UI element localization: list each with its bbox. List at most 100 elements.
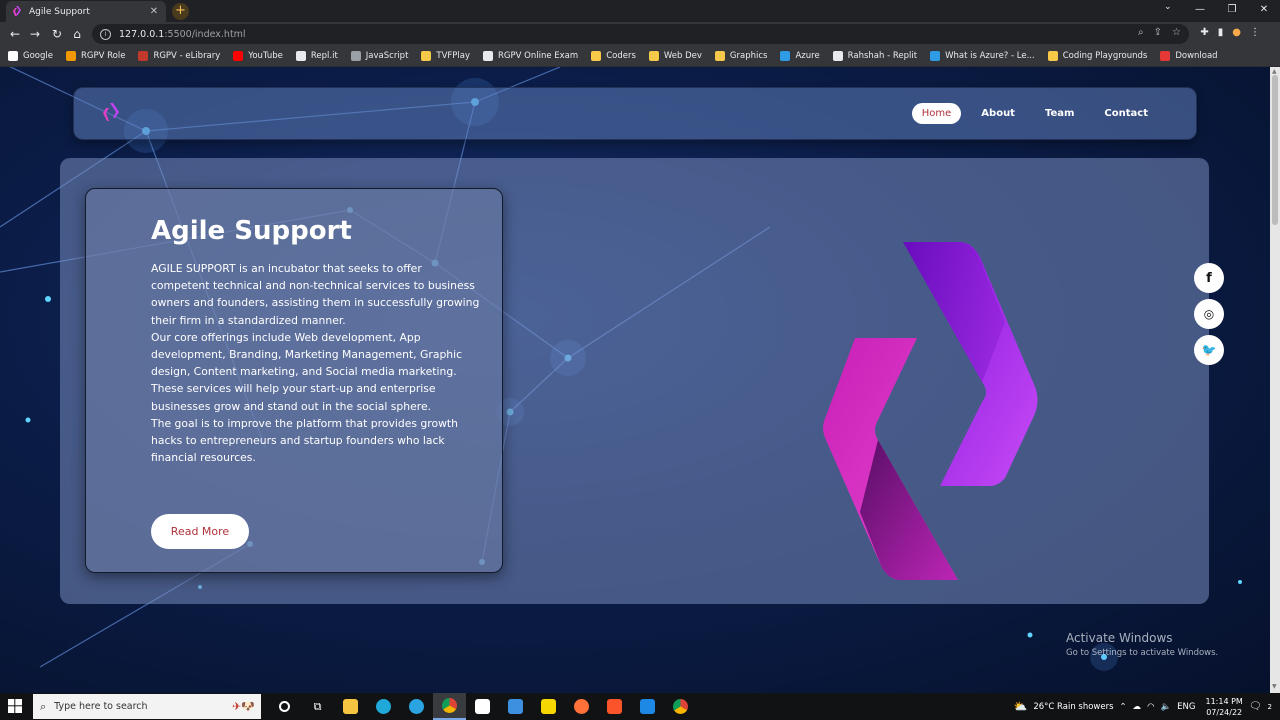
notifications-icon[interactable]: 🗨	[1249, 701, 1262, 712]
bookmark-item[interactable]: RGPV Role	[65, 51, 126, 61]
bookmark-item[interactable]: JavaScript	[350, 51, 409, 61]
bookmark-item[interactable]: Azure	[780, 51, 820, 61]
back-arrow-icon[interactable]: ←	[6, 25, 24, 43]
telegram-icon[interactable]	[400, 693, 433, 720]
scroll-thumb[interactable]	[1272, 75, 1278, 225]
bookmark-label: JavaScript	[365, 51, 409, 61]
instagram-button[interactable]: ◎	[1194, 299, 1224, 329]
menu-kebab-icon[interactable]: ⋮	[1250, 27, 1260, 38]
bookmark-label: Web Dev	[663, 51, 702, 61]
hero-paragraph: The goal is to improve the platform that…	[151, 416, 458, 465]
bookmark-item[interactable]: Coding Playgrounds	[1047, 51, 1147, 61]
brave-icon[interactable]	[598, 693, 631, 720]
activate-windows-watermark: Activate Windows Go to Settings to activ…	[1066, 631, 1218, 658]
new-tab-button[interactable]: +	[172, 3, 189, 20]
nav-link-home[interactable]: Home	[911, 103, 962, 124]
mail-icon[interactable]	[499, 693, 532, 720]
bookmark-star-icon[interactable]: ☆	[1172, 27, 1181, 38]
read-more-button[interactable]: Read More	[151, 514, 249, 549]
extensions-puzzle-icon[interactable]: ✚	[1200, 27, 1208, 38]
nav-link-about[interactable]: About	[971, 103, 1025, 124]
windows-taskbar: ⌕ Type here to search ✈🐶 ⧉ ⛅ 26°C Rain s…	[0, 693, 1280, 720]
forward-arrow-icon[interactable]: →	[26, 25, 44, 43]
profile-avatar-icon[interactable]: ●	[1232, 27, 1241, 38]
vscode-icon[interactable]	[631, 693, 664, 720]
bookmark-item[interactable]: What is Azure? - Le...	[930, 51, 1035, 61]
site-logo-icon[interactable]	[100, 101, 122, 123]
taskbar-clock[interactable]: 11:14 PM 07/24/22	[1206, 696, 1243, 718]
bookmark-favicon-icon	[1160, 51, 1171, 61]
wifi-icon[interactable]: ◠	[1147, 702, 1154, 712]
scroll-up-icon[interactable]: ▲	[1272, 68, 1277, 75]
window-close-icon[interactable]: ✕	[1248, 0, 1280, 22]
address-bar[interactable]: i 127.0.0.1 :5500/index.html ⌕ ⇪ ☆	[92, 24, 1189, 44]
chrome-profile-icon[interactable]	[664, 693, 697, 720]
browser-toolbar: ← → ↻ ⌂ i 127.0.0.1 :5500/index.html ⌕ ⇪…	[0, 22, 1280, 46]
sticky-notes-icon[interactable]	[532, 693, 565, 720]
bookmark-item[interactable]: Google	[8, 51, 53, 61]
browser-tab[interactable]: Agile Support ✕	[6, 1, 166, 22]
scroll-down-icon[interactable]: ▼	[1272, 683, 1277, 690]
bookmark-favicon-icon	[780, 51, 791, 61]
bookmark-item[interactable]: YouTube	[233, 51, 283, 61]
tab-close-icon[interactable]: ✕	[148, 6, 160, 17]
windows-start-icon[interactable]	[8, 699, 22, 713]
onedrive-icon[interactable]: ☁	[1133, 702, 1142, 712]
bookmark-item[interactable]: Rahshah - Replit	[832, 51, 917, 61]
bookmark-item[interactable]: Repl.it	[295, 51, 338, 61]
weather-icon[interactable]: ⛅	[1014, 700, 1028, 713]
file-explorer-icon[interactable]	[334, 693, 367, 720]
bookmarks-bar: Google RGPV Role RGPV - eLibrary YouTube Rep…	[0, 46, 1280, 67]
language-indicator[interactable]: ENG	[1177, 702, 1195, 712]
hero-card: Agile Support AGILE SUPPORT is an incuba…	[85, 188, 503, 573]
microsoft-store-icon[interactable]	[466, 693, 499, 720]
minimize-icon[interactable]: —	[1184, 0, 1216, 22]
bookmark-item[interactable]: Graphics	[714, 51, 767, 61]
volume-icon[interactable]: 🔈	[1161, 702, 1172, 712]
bookmark-favicon-icon	[930, 51, 941, 61]
task-view-icon[interactable]: ⧉	[301, 693, 334, 720]
bookmark-favicon-icon	[1047, 51, 1058, 61]
chrome-icon[interactable]	[433, 693, 466, 720]
bookmark-label: RGPV Online Exam	[498, 51, 579, 61]
page-scrollbar[interactable]: ▲ ▼	[1270, 67, 1280, 693]
search-highlight-icon: ✈🐶	[232, 700, 255, 713]
site-info-icon[interactable]: i	[100, 28, 111, 40]
nav-link-contact[interactable]: Contact	[1094, 103, 1158, 124]
nav-link-team[interactable]: Team	[1035, 103, 1084, 124]
reload-icon[interactable]: ↻	[48, 25, 66, 43]
facebook-button[interactable]: f	[1194, 263, 1224, 293]
restore-icon[interactable]: ❐	[1216, 0, 1248, 22]
home-icon[interactable]: ⌂	[68, 25, 86, 43]
cortana-icon[interactable]	[268, 693, 301, 720]
bookmark-item[interactable]: Download	[1160, 51, 1218, 61]
search-icon: ⌕	[40, 699, 47, 713]
instagram-icon: ◎	[1203, 307, 1215, 321]
firefox-icon[interactable]	[565, 693, 598, 720]
weather-text[interactable]: 26°C Rain showers	[1033, 702, 1113, 712]
taskbar-search-box[interactable]: ⌕ Type here to search ✈🐶	[33, 694, 261, 719]
bookmark-item[interactable]: Web Dev	[648, 51, 702, 61]
bookmark-item[interactable]: RGPV Online Exam	[483, 51, 578, 61]
bookmark-favicon-icon	[421, 51, 432, 61]
bookmark-favicon-icon	[350, 51, 361, 61]
tray-chevron-icon[interactable]: ⌃	[1120, 702, 1127, 712]
twitter-button[interactable]: 🐦	[1194, 335, 1224, 365]
bookmark-label: RGPV Role	[80, 51, 126, 61]
bookmark-favicon-icon	[591, 51, 602, 61]
edge-browser-icon[interactable]	[367, 693, 400, 720]
tab-title: Agile Support	[29, 6, 90, 17]
site-favicon-icon	[12, 6, 23, 17]
zoom-icon[interactable]: ⌕	[1138, 27, 1144, 38]
bookmark-favicon-icon	[8, 51, 18, 61]
bookmark-item[interactable]: TVFPlay	[421, 51, 470, 61]
bookmark-item[interactable]: Coders	[591, 51, 636, 61]
url-host: 127.0.0.1	[119, 28, 165, 40]
hero-panel: Agile Support AGILE SUPPORT is an incuba…	[60, 158, 1209, 604]
side-panel-icon[interactable]: ▮	[1218, 27, 1224, 38]
tab-search-chevron-icon[interactable]: ⌄	[1164, 2, 1172, 12]
bookmark-item[interactable]: RGPV - eLibrary	[138, 51, 220, 61]
url-path: :5500/index.html	[164, 28, 246, 40]
share-icon[interactable]: ⇪	[1154, 27, 1162, 38]
site-navbar: Home About Team Contact	[73, 87, 1197, 140]
